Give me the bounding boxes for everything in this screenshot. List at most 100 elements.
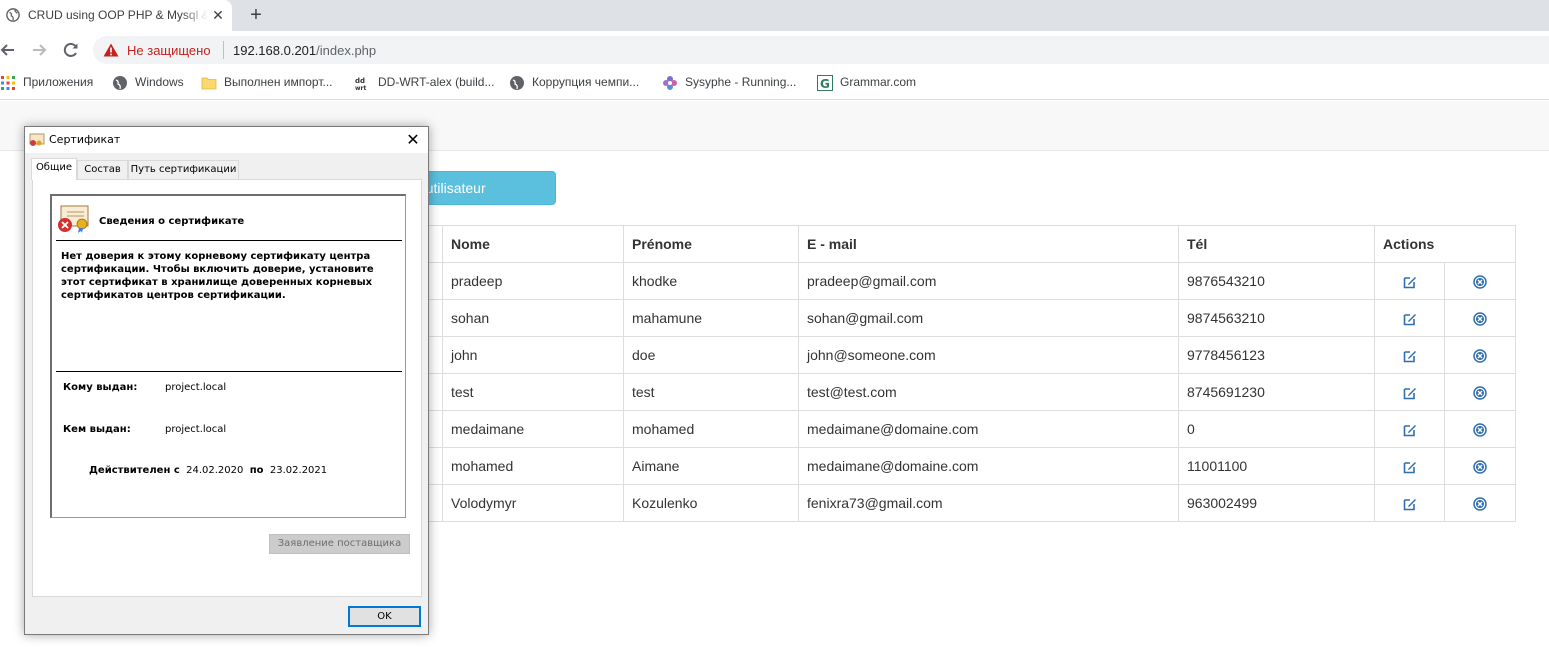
cell-edit: [1374, 336, 1445, 374]
cell-nom: medaimane: [442, 410, 624, 448]
dd-wrt-icon: dd wrt: [355, 77, 367, 91]
cell-delete: [1444, 484, 1516, 522]
edit-icon[interactable]: [1403, 312, 1417, 326]
bookmark-label: Коррупция чемпи...: [532, 75, 640, 89]
cell-nom: john: [442, 336, 624, 374]
close-icon[interactable]: ✕: [402, 129, 424, 151]
delete-circle-icon[interactable]: [1473, 497, 1487, 511]
cell-edit: [1374, 373, 1445, 411]
cell-prenom: mahamune: [623, 299, 799, 337]
edit-icon[interactable]: [1403, 423, 1417, 437]
cell-nom: test: [442, 373, 624, 411]
trust-warning-text: Нет доверия к этому корневому сертификат…: [61, 251, 374, 301]
cell-tel: 0: [1178, 410, 1375, 448]
apps-grid-icon: [1, 76, 15, 90]
cell-email: medaimane@domaine.com: [798, 447, 1179, 485]
edit-icon[interactable]: [1403, 460, 1417, 474]
globe-icon: [113, 76, 127, 90]
table-row: mohamed Aimane medaimane@domaine.com 110011…: [345, 447, 1516, 485]
security-status[interactable]: Не защищено: [127, 43, 211, 58]
dialog-title: Сертификат: [49, 133, 121, 146]
cell-edit: [1374, 484, 1445, 522]
cell-prenom: test: [623, 373, 799, 411]
issued-by-label: Кем выдан:: [63, 424, 131, 435]
new-tab-button[interactable]: +: [245, 4, 267, 26]
flower-icon: [663, 76, 677, 90]
svg-text:dd: dd: [355, 77, 365, 85]
table-header-row: Nome Prénome E - mail Tél Actions: [345, 225, 1516, 263]
cell-nom: sohan: [442, 299, 624, 337]
issuer-statement-button[interactable]: Заявление поставщика: [269, 534, 410, 554]
bookmark-label: Windows: [135, 75, 184, 89]
url-text[interactable]: 192.168.0.201/index.php: [233, 43, 376, 58]
delete-circle-icon[interactable]: [1473, 275, 1487, 289]
cell-delete: [1444, 336, 1516, 374]
bookmark-label: DD-WRT-alex (build...: [378, 75, 495, 89]
cell-email: test@test.com: [798, 373, 1179, 411]
delete-circle-icon[interactable]: [1473, 460, 1487, 474]
edit-icon[interactable]: [1403, 497, 1417, 511]
header-prenom: Prénome: [623, 225, 799, 263]
globe-icon: [510, 76, 524, 90]
valid-to-label: по: [249, 465, 264, 476]
header-email: E - mail: [798, 225, 1179, 263]
cell-tel: 9778456123: [1178, 336, 1375, 374]
divider: [56, 371, 402, 372]
table-row: test test test@test.com 8745691230: [345, 373, 1516, 411]
delete-circle-icon[interactable]: [1473, 423, 1487, 437]
cell-prenom: Kozulenko: [623, 484, 799, 522]
cell-edit: [1374, 299, 1445, 337]
tab-certification-path[interactable]: Путь сертификации: [128, 160, 239, 180]
cell-edit: [1374, 262, 1445, 300]
ok-button[interactable]: OK: [348, 606, 421, 627]
certificate-dialog: Сертификат ✕ Общие Состав Путь сертифика…: [24, 126, 429, 635]
svg-text:wrt: wrt: [355, 85, 367, 91]
forward-arrow-icon[interactable]: [29, 40, 49, 60]
folder-icon: [201, 77, 217, 90]
certificate-info-box: Сведения о сертификате Нет доверия к это…: [50, 194, 406, 518]
cell-email: fenixra73@gmail.com: [798, 484, 1179, 522]
bookmarks-bar: Приложения Windows Выполнен импорт... dd…: [0, 68, 1549, 100]
svg-text:G: G: [820, 77, 830, 91]
table-row: sohan mahamune sohan@gmail.com 9874563210: [345, 299, 1516, 337]
users-table-body: pradeep khodke pradeep@gmail.com 9876543210…: [345, 262, 1516, 522]
delete-circle-icon[interactable]: [1473, 349, 1487, 363]
cell-prenom: khodke: [623, 262, 799, 300]
edit-icon[interactable]: [1403, 386, 1417, 400]
cell-email: sohan@gmail.com: [798, 299, 1179, 337]
valid-from-label: Действителен с: [89, 465, 180, 476]
certificate-info-title: Сведения о сертификате: [99, 216, 245, 227]
delete-circle-icon[interactable]: [1473, 386, 1487, 400]
cell-edit: [1374, 447, 1445, 485]
reload-icon[interactable]: [61, 40, 81, 60]
browser-tab[interactable]: CRUD using OOP PHP & Mysql & Bootstrap ✕: [0, 0, 232, 31]
bookmark-label: Grammar.com: [840, 75, 917, 89]
cell-prenom: mohamed: [623, 410, 799, 448]
delete-circle-icon[interactable]: [1473, 312, 1487, 326]
certificate-error-icon: [58, 205, 89, 233]
tab-details[interactable]: Состав: [77, 160, 128, 180]
cell-prenom: Aimane: [623, 447, 799, 485]
table-row: pradeep khodke pradeep@gmail.com 9876543210: [345, 262, 1516, 300]
header-nom: Nome: [442, 225, 624, 263]
grammar-g-icon: G: [817, 75, 833, 91]
cell-tel: 8745691230: [1178, 373, 1375, 411]
cell-tel: 963002499: [1178, 484, 1375, 522]
validity-period: Действителен с 24.02.2020 по 23.02.2021: [89, 465, 327, 476]
edit-icon[interactable]: [1403, 349, 1417, 363]
warning-triangle-icon[interactable]: [103, 43, 119, 57]
back-arrow-icon[interactable]: [0, 40, 18, 60]
cell-delete: [1444, 262, 1516, 300]
url-host: 192.168.0.201: [233, 43, 317, 58]
cell-email: pradeep@gmail.com: [798, 262, 1179, 300]
cell-nom: Volodymyr: [442, 484, 624, 522]
close-icon[interactable]: ✕: [210, 6, 226, 24]
issued-to-label: Кому выдан:: [63, 382, 138, 393]
globe-icon: [6, 8, 20, 22]
edit-icon[interactable]: [1403, 275, 1417, 289]
cell-delete: [1444, 373, 1516, 411]
tab-general[interactable]: Общие: [31, 158, 77, 180]
general-tab-panel: Сведения о сертификате Нет доверия к это…: [32, 179, 422, 597]
cell-email: medaimane@domaine.com: [798, 410, 1179, 448]
cell-tel: 9874563210: [1178, 299, 1375, 337]
